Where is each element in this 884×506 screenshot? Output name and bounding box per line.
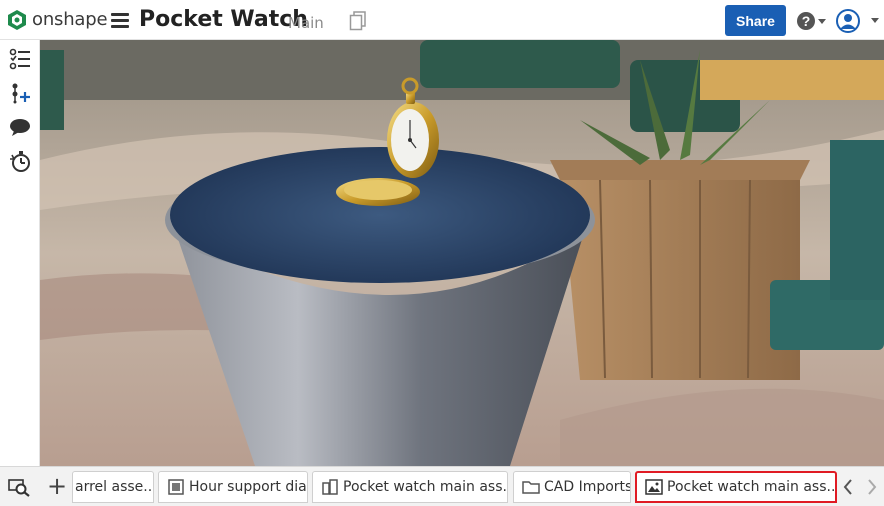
copy-workspace-icon[interactable] [349, 11, 367, 31]
insert-part-icon[interactable] [9, 82, 31, 104]
help-icon[interactable]: ? [796, 11, 826, 31]
feature-list-icon[interactable] [9, 48, 31, 70]
tab-bar: + arrel asse... Hour support dial Pocket… [0, 466, 884, 506]
onshape-logo-icon[interactable] [6, 9, 28, 31]
tab-label: CAD Imports [544, 479, 630, 495]
folder-icon [522, 481, 540, 494]
branch-label[interactable]: Main [288, 14, 324, 32]
scroll-tabs-right-icon[interactable] [865, 477, 879, 497]
brand-name[interactable]: onshape [32, 9, 108, 30]
add-tab-button[interactable]: + [44, 473, 70, 501]
tab-hour-support-dial[interactable]: Hour support dial [158, 471, 308, 503]
comments-icon[interactable] [9, 116, 31, 138]
history-icon[interactable] [9, 150, 31, 172]
tab-pocket-watch-render[interactable]: Pocket watch main ass... [635, 471, 837, 503]
top-bar: onshape Pocket Watch Main Share ? [0, 0, 884, 40]
tab-pocket-watch-main-assembly[interactable]: Pocket watch main ass... [312, 471, 508, 503]
hamburger-menu-icon[interactable] [111, 13, 129, 28]
share-button[interactable]: Share [725, 5, 786, 36]
tab-label: Pocket watch main ass... [343, 479, 507, 495]
left-toolbar [0, 40, 40, 466]
tab-barrel-assembly[interactable]: arrel asse... [72, 471, 154, 503]
tab-label: arrel asse... [75, 479, 153, 495]
tab-label: Hour support dial [189, 479, 307, 495]
assembly-icon [322, 479, 338, 495]
part-studio-icon [168, 479, 184, 495]
app-window: onshape Pocket Watch Main Share ? + arre… [0, 0, 884, 506]
tab-cad-imports[interactable]: CAD Imports [513, 471, 631, 503]
document-title[interactable]: Pocket Watch [139, 7, 308, 32]
svg-text:?: ? [802, 13, 811, 29]
search-tabs-icon[interactable] [8, 477, 30, 497]
rendered-scene [40, 40, 884, 466]
tab-label: Pocket watch main ass... [667, 479, 835, 495]
render-viewport[interactable] [40, 40, 884, 466]
scroll-tabs-left-icon[interactable] [841, 477, 855, 497]
user-avatar-icon[interactable] [835, 9, 880, 33]
render-image-icon [645, 479, 663, 495]
